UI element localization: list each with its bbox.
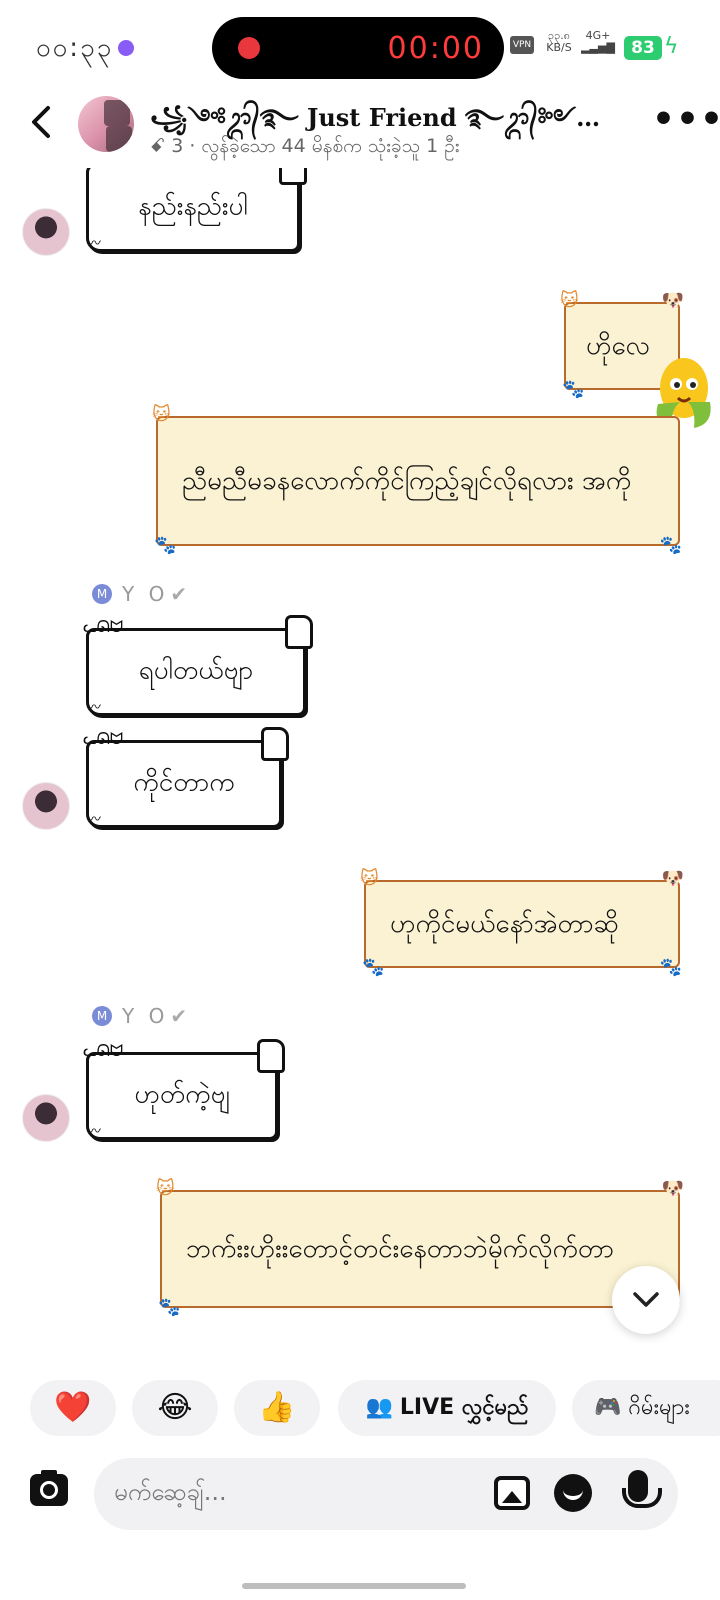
cat-doodle-icon: ᓚᘏᗢ: [83, 617, 124, 636]
dog-decoration-icon: 🐶: [661, 290, 684, 311]
thumbs-up-icon: 👍: [258, 1390, 296, 1425]
go-live-label: LIVE လွှင့်မည်: [399, 1395, 529, 1420]
verified-check-icon: ✔: [170, 582, 188, 606]
message-bubble-incoming[interactable]: ᓚᘏᗢ 〰 ကိုင်တာက: [83, 727, 289, 828]
battery-indicator: 83: [624, 36, 662, 60]
more-dots-icon: •••: [652, 99, 720, 140]
microphone-icon[interactable]: [622, 1470, 662, 1508]
more-options-button[interactable]: •••: [652, 102, 720, 138]
laugh-icon: 😂: [157, 1390, 193, 1425]
paw-decoration-icon: 🐾: [659, 535, 682, 556]
swirl-decoration-icon: 〰: [87, 812, 101, 828]
scroll-curl-icon: [261, 727, 289, 761]
network-signal: 4G+ ▂▃▅▇: [580, 30, 616, 54]
people-icon: 👥: [365, 1395, 393, 1420]
sender-name-text: Y O: [122, 582, 169, 606]
status-bar: ၀၀:၃၃ 00:00 VPN ၃၃.၈ KB/S 4G+ ▂▃▅▇ 83 ϟ: [0, 0, 720, 92]
charging-icon: ϟ: [664, 34, 679, 59]
verified-check-icon: ✔: [170, 1004, 188, 1028]
sender-avatar[interactable]: [22, 1094, 70, 1142]
message-list[interactable]: 〰 နည်းနည်းပါ 🐱 🐶 🐾 ဟိုလေ 🐱 🐾 🐾 ညီမညီမခနလ…: [0, 168, 720, 1368]
group-subtitle: ꗃ 3 · လွန်ခဲ့သော 44 မိနစ်က သုံးခဲ့သူ 1 ဦ…: [150, 135, 460, 157]
message-input-placeholder: မက်ဆေ့ချ်...: [114, 1478, 227, 1506]
swirl-decoration-icon: 〰: [87, 236, 101, 252]
paw-decoration-icon: 🐾: [154, 535, 177, 556]
member-badge-icon: M: [92, 1006, 112, 1026]
app-indicator-icon: [118, 40, 134, 56]
quick-thumbs-up-button[interactable]: 👍: [234, 1380, 320, 1436]
message-bubble-incoming[interactable]: ᓚᘏᗢ 〰 ဟုတ်ကဲ့ဗျ: [83, 1039, 285, 1140]
message-bubble-incoming[interactable]: ᓚᘏᗢ 〰 ရပါတယ်ဗျာ: [83, 615, 313, 716]
group-avatar[interactable]: [78, 96, 134, 152]
sender-avatar[interactable]: [22, 782, 70, 830]
swirl-decoration-icon: 〰: [87, 1124, 101, 1140]
dog-decoration-icon: 🐶: [661, 868, 684, 889]
games-button[interactable]: 🎮 ဂိမ်းများ: [572, 1380, 720, 1436]
dog-decoration-icon: 🐶: [661, 1178, 684, 1199]
sender-avatar[interactable]: [22, 208, 70, 256]
message-bubble-outgoing[interactable]: 🐱 🐶 🐾 ဘက်းးဟိုးးတောင့်တင်းနေတာဘဲမိုက်လို…: [156, 1178, 684, 1318]
sticker-icon[interactable]: [554, 1474, 592, 1512]
gamepad-icon: 🎮: [594, 1395, 622, 1420]
cat-decoration-icon: 🐱: [152, 404, 171, 425]
message-text: ဘက်းးဟိုးးတောင့်တင်းနေတာဘဲမိုက်လိုက်တာ: [186, 1234, 614, 1264]
paw-decoration-icon: 🐾: [362, 957, 385, 978]
home-indicator[interactable]: [242, 1583, 466, 1589]
cat-decoration-icon: 🐱: [360, 868, 379, 889]
scroll-curl-icon: [257, 1039, 285, 1073]
paw-decoration-icon: 🐾: [562, 379, 585, 400]
message-bubble-outgoing[interactable]: 🐱 🐶 🐾 🐾 ဟုကိုင်မယ်နော်အဲတာဆို: [360, 868, 684, 978]
avatar-photo-2: [106, 126, 132, 152]
message-text: ဟုကိုင်မယ်နော်အဲတာဆို: [390, 909, 619, 939]
message-bubble-outgoing[interactable]: 🐱 🐾 🐾 ညီမညီမခနလောက်ကိုင်ကြည့်ချင်လိုရလား…: [152, 404, 682, 556]
message-bubble-incoming[interactable]: 〰 နည်းနည်းပါ: [86, 168, 307, 252]
quick-heart-button[interactable]: ❤️: [30, 1380, 116, 1436]
sender-name[interactable]: M Y O ✔: [92, 582, 187, 606]
chevron-down-icon: [633, 1292, 659, 1307]
message-text: ရပါတယ်ဗျာ: [138, 655, 254, 686]
sender-name[interactable]: M Y O ✔: [92, 1004, 187, 1028]
scroll-curl-icon: [279, 168, 307, 185]
network-speed: ၃၃.၈ KB/S: [542, 30, 576, 54]
go-live-button[interactable]: 👥 LIVE လွှင့်မည်: [338, 1380, 556, 1436]
heart-icon: ❤️: [54, 1390, 92, 1425]
quick-action-bar: ❤️ 😂 👍 👥 LIVE လွှင့်မည် 🎮 ဂိမ်းများ: [0, 1372, 720, 1436]
screen-recording-pill[interactable]: 00:00: [212, 17, 504, 79]
camera-icon[interactable]: [30, 1470, 68, 1506]
message-text: ညီမညီမခနလောက်ကိုင်ကြည့်ချင်လိုရလား အကို: [182, 466, 632, 496]
cat-decoration-icon: 🐱: [156, 1178, 175, 1199]
cat-decoration-icon: 🐱: [560, 290, 579, 311]
paw-decoration-icon: 🐾: [659, 957, 682, 978]
back-button[interactable]: [24, 100, 64, 144]
gallery-icon[interactable]: [494, 1476, 530, 1510]
message-text: ကိုင်တာက: [133, 767, 235, 798]
scroll-to-bottom-button[interactable]: [612, 1266, 680, 1334]
message-text: ဟိုလေ: [586, 331, 650, 361]
message-text: ဟုတ်ကဲ့ဗျ: [134, 1079, 230, 1110]
quick-laugh-button[interactable]: 😂: [132, 1380, 218, 1436]
paw-decoration-icon: 🐾: [158, 1297, 181, 1318]
cat-doodle-icon: ᓚᘏᗢ: [83, 729, 124, 748]
message-text: နည်းနည်းပါ: [138, 191, 248, 222]
games-label: ဂိမ်းများ: [628, 1395, 690, 1420]
chevron-left-icon: [32, 106, 50, 138]
scroll-curl-icon: [285, 615, 313, 649]
vpn-icon: VPN: [510, 36, 534, 54]
status-time: ၀၀:၃၃: [36, 33, 114, 63]
swirl-decoration-icon: 〰: [87, 700, 101, 716]
speed-unit: KB/S: [546, 41, 572, 54]
recording-dot-icon: [238, 37, 260, 59]
message-input[interactable]: မက်ဆေ့ချ်...: [94, 1458, 678, 1530]
avatar-photo-1: [104, 100, 130, 126]
cat-doodle-icon: ᓚᘏᗢ: [83, 1041, 124, 1060]
recording-time: 00:00: [387, 31, 484, 66]
member-badge-icon: M: [92, 584, 112, 604]
signal-bars-icon: ▂▃▅▇: [581, 41, 615, 54]
message-composer: မက်ဆေ့ချ်...: [0, 1458, 720, 1560]
sender-name-text: Y O: [122, 1004, 169, 1028]
